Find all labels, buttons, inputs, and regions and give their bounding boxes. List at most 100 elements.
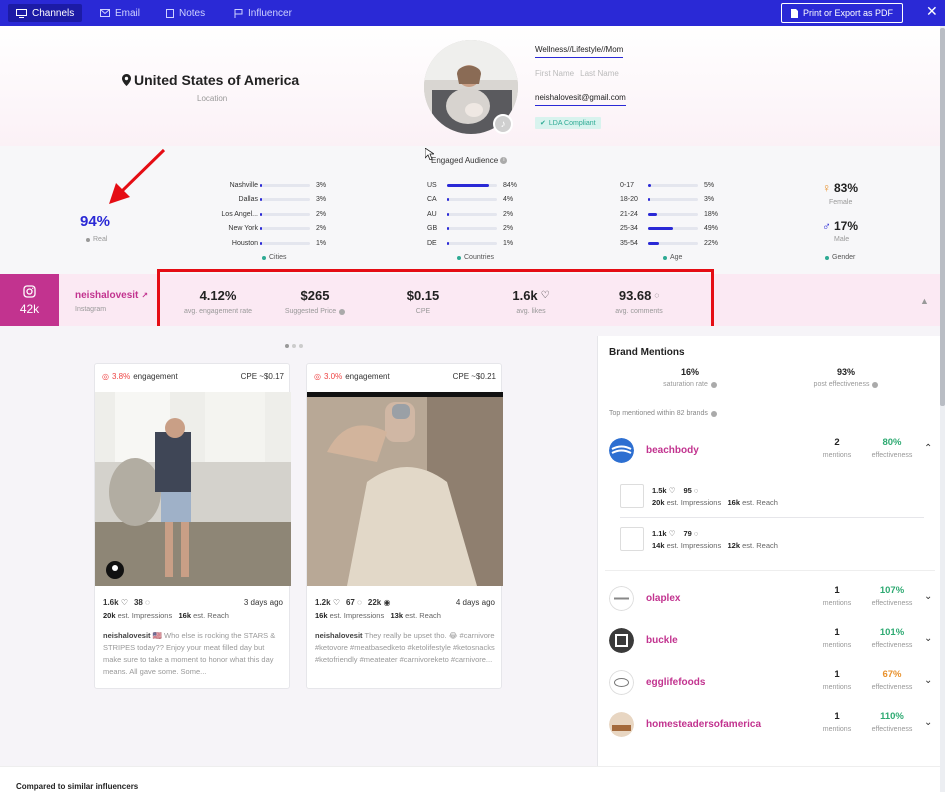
bar-track (260, 227, 310, 230)
bar-fill (447, 198, 449, 201)
close-icon[interactable]: ✕ (926, 4, 938, 18)
print-export-button[interactable]: Print or Export as PDF (781, 3, 903, 23)
male-pct: 17% (834, 219, 859, 233)
male-label: Male (834, 236, 850, 243)
email-field[interactable]: neishalovesit@gmail.com (535, 93, 626, 106)
tab-label: Notes (179, 7, 206, 19)
chevron-down-icon[interactable]: ⌄ (924, 717, 932, 728)
bar-fill (260, 183, 262, 187)
info-icon[interactable] (710, 381, 717, 388)
info-icon[interactable]: i (500, 157, 508, 165)
tab-label: Influencer (248, 7, 292, 19)
tab-channels[interactable]: Channels (8, 4, 83, 22)
tab-notes[interactable]: Notes (158, 4, 213, 22)
post-engagement-label: engagement (133, 372, 178, 381)
brand-post-item[interactable]: 1.5k ♡ 95 ◌ 20k est. Impressions 16k est.… (620, 484, 925, 520)
row-percent: 1% (316, 239, 327, 247)
post-impressions: 20k (652, 498, 665, 507)
cities-row: New York 2% (200, 224, 326, 234)
impressions-label: est. Impressions (117, 611, 173, 620)
post-image[interactable] (95, 392, 291, 586)
post-card[interactable]: ◎ 3.0% engagement CPE ~$0.21 1.2k ♡ 67 ◌ 22k… (306, 363, 503, 689)
name-fields: First Name Last Name (535, 69, 619, 78)
mentions-label: mentions (822, 452, 852, 459)
chevron-down-icon[interactable]: ⌄ (924, 591, 932, 602)
bar-fill (648, 198, 650, 201)
row-label: US (427, 181, 437, 189)
effectiveness-label: effectiveness (871, 726, 913, 733)
brand-name[interactable]: buckle (646, 635, 678, 646)
effectiveness-label: effectiveness (871, 600, 913, 607)
instagram-icon: ◎ (102, 372, 109, 381)
brand-row-beachbody[interactable]: beachbody 2 mentions 80% effectiveness ⌃ (609, 435, 937, 465)
post-comments: 79 (683, 529, 692, 538)
row-label: 18-20 (620, 196, 638, 203)
bar-fill (648, 227, 673, 230)
post-comments: 38 (133, 598, 143, 607)
mentions-label: mentions (822, 726, 852, 733)
info-icon[interactable] (872, 381, 879, 388)
status-dot (825, 255, 829, 260)
chevron-up-icon[interactable]: ⌃ (924, 443, 932, 454)
impressions-label: est. Impressions (666, 498, 722, 507)
post-cpe: CPE ~$0.17 (240, 372, 284, 381)
scrollbar-thumb[interactable] (940, 28, 945, 406)
email-value: neishalovesit@gmail.com (535, 93, 626, 106)
first-name-field[interactable]: First Name (535, 69, 574, 78)
bar-fill (260, 227, 262, 230)
collapse-chevron-icon[interactable]: ▲ (920, 296, 929, 306)
female-pct: 83% (834, 181, 859, 195)
tab-influencer[interactable]: Influencer (226, 4, 300, 22)
brand-effectiveness: 107% (879, 585, 905, 596)
heart-icon: ♡ (668, 529, 676, 538)
post-age: 4 days ago (455, 598, 495, 607)
comment-icon: ◌ (693, 486, 699, 495)
bar-fill (260, 241, 262, 245)
tab-email[interactable]: Email (92, 4, 148, 22)
male-value: ♂ 17% (822, 219, 858, 233)
brand-name[interactable]: egglifefoods (646, 677, 705, 688)
post-thumbnail[interactable] (620, 527, 644, 551)
brand-mentions-count: 1 (834, 627, 840, 638)
chevron-down-icon[interactable]: ⌄ (924, 675, 932, 686)
post-header: ◎ 3.0% engagement CPE ~$0.21 (314, 372, 496, 381)
post-image[interactable] (307, 392, 503, 586)
post-engagement-label: engagement (345, 372, 390, 381)
brand-row-homesteadersofamerica[interactable]: homesteadersofamerica 1 mentions 110% effe… (609, 709, 937, 739)
instagram-handle-link[interactable]: neishalovesit ↗ (75, 290, 148, 301)
brand-row-olaplex[interactable]: olaplex 1 mentions 107% effectiveness ⌄ (609, 583, 937, 613)
brand-post-item[interactable]: 1.1k ♡ 79 ◌ 14k est. Impressions 12k est.… (620, 527, 925, 563)
category-field[interactable]: Wellness//Lifestyle//Mom (535, 45, 624, 58)
status-dot (262, 255, 266, 260)
tiktok-icon: ♪ (493, 114, 513, 134)
note-icon (166, 8, 174, 18)
post-thumbnail[interactable] (620, 484, 644, 508)
brand-name[interactable]: homesteadersofamerica (646, 719, 761, 730)
carousel-dots[interactable] (285, 344, 303, 348)
row-percent: 49% (704, 225, 719, 232)
effectiveness-label: effectiveness (871, 684, 913, 691)
brand-name[interactable]: beachbody (646, 445, 699, 456)
post-reach-row: 20k est. Impressions 16k est. Reach (103, 611, 229, 620)
bar-track (648, 241, 698, 245)
info-icon[interactable] (710, 410, 717, 417)
post-impressions: 14k (652, 541, 665, 550)
print-export-label: Print or Export as PDF (802, 8, 894, 18)
row-label: Los Angel... (221, 210, 258, 218)
brand-row-egglifefoods[interactable]: egglifefoods 1 mentions 67% effectiveness … (609, 667, 937, 697)
post-effectiveness-value: 93% (836, 367, 855, 377)
reach-label: est. Reach (193, 611, 229, 620)
bar-track (648, 227, 698, 230)
cities-row: Dallas 3% (200, 195, 327, 205)
post-caption: neishalovesit They really be upset tho. … (315, 630, 495, 666)
row-label: 0-17 (620, 181, 635, 189)
olaplex-logo (609, 586, 634, 611)
post-card[interactable]: ◎ 3.8% engagement CPE ~$0.17 1.6k ♡ 38 ◌ 3 … (94, 363, 291, 689)
chevron-down-icon[interactable]: ⌄ (924, 633, 932, 644)
post-comments: 95 (683, 486, 692, 495)
brand-row-buckle[interactable]: buckle 1 mentions 101% effectiveness ⌄ (609, 625, 937, 655)
last-name-field[interactable]: Last Name (580, 69, 619, 78)
bar-fill (648, 212, 657, 216)
post-reach: 12k (727, 541, 740, 550)
brand-name[interactable]: olaplex (646, 593, 680, 604)
